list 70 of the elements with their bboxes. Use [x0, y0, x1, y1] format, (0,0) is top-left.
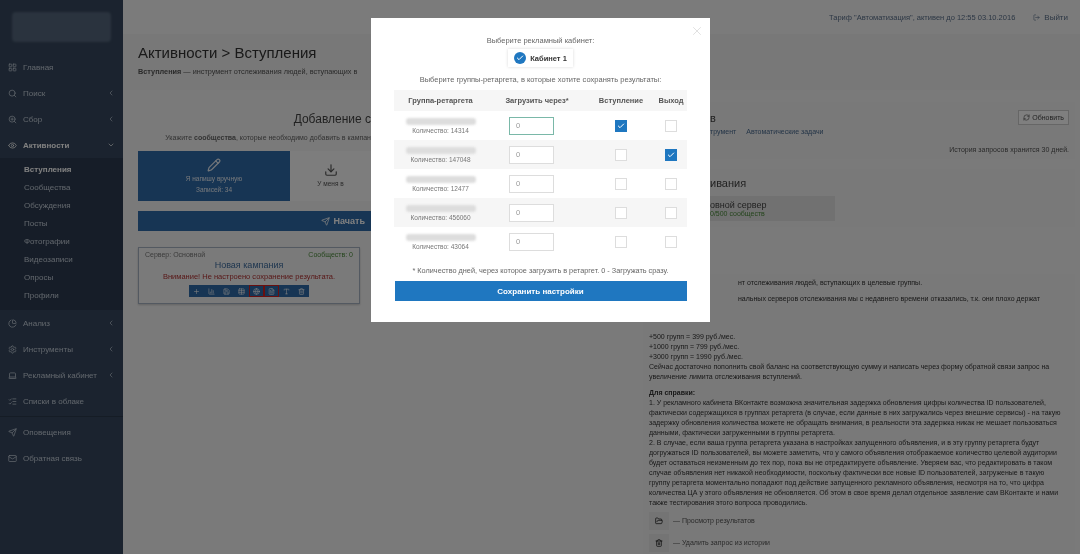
nav-icon	[8, 318, 17, 328]
folder-icon	[655, 517, 663, 525]
start-button[interactable]: Начать	[138, 211, 371, 231]
nav-icon	[8, 140, 17, 150]
nav-item[interactable]: Активности	[0, 132, 123, 158]
blurred-name	[405, 117, 476, 125]
trash-button[interactable]	[649, 534, 669, 552]
check-circle-icon	[514, 52, 527, 64]
save-button[interactable]: Сохранить настройки	[394, 281, 687, 301]
logout-icon	[1033, 13, 1041, 21]
nav-subitem[interactable]: Обсуждения	[0, 196, 123, 214]
server-name: овной сервер	[710, 200, 768, 210]
close-button[interactable]	[690, 24, 704, 38]
tool-icon	[238, 287, 245, 295]
nav-item[interactable]: Рекламный кабинет	[0, 362, 123, 388]
nav-item[interactable]: Оповещения	[0, 419, 123, 445]
tool-icon	[193, 287, 200, 295]
nav-item[interactable]: Инструменты	[0, 336, 123, 362]
toolbar-button[interactable]	[249, 285, 264, 297]
chevron-left-icon	[107, 319, 115, 327]
blurred-name	[405, 175, 476, 183]
nav-icon	[8, 427, 17, 437]
close-icon	[690, 24, 704, 38]
nav-item[interactable]: Поиск	[0, 80, 123, 106]
chevron-down-icon	[107, 141, 115, 149]
chevron-left-icon	[107, 345, 115, 353]
nav-subitem[interactable]: Видеозаписи	[0, 250, 123, 268]
nav-item[interactable]: Анализ	[0, 310, 123, 336]
tool-icon	[283, 287, 290, 295]
send-icon	[320, 216, 330, 226]
trash-icon	[655, 539, 663, 547]
nav-subitem[interactable]: Фотографии	[0, 232, 123, 250]
folder-button[interactable]	[649, 512, 669, 530]
nav-icon	[8, 370, 17, 380]
tool-icon	[223, 287, 230, 295]
tool-icon	[298, 287, 305, 295]
panel-heading: в	[710, 111, 716, 124]
tool-icon	[208, 287, 215, 295]
blurred-name	[405, 204, 476, 212]
blurred-name	[405, 233, 476, 241]
section-heading: Добавление с	[292, 112, 371, 126]
download-icon	[323, 163, 338, 178]
chevron-left-icon	[107, 115, 115, 123]
nav-subitem[interactable]: Профили	[0, 286, 123, 304]
campaign-name: Новая кампания	[214, 260, 284, 270]
check-icon	[667, 150, 675, 159]
panel-heading: ивания	[710, 177, 748, 189]
leave-checkbox[interactable]	[665, 148, 677, 161]
nav-icon	[8, 453, 17, 463]
chevron-left-icon	[107, 371, 115, 379]
chevron-left-icon	[107, 89, 115, 97]
page-title: Активности > Вступления	[138, 44, 317, 61]
nav-subitem[interactable]: Опросы	[0, 268, 123, 286]
nav-icon	[8, 114, 17, 124]
join-checkbox[interactable]	[615, 119, 627, 132]
tool-icon	[253, 287, 260, 295]
nav-subitem[interactable]: Вступления	[0, 160, 123, 178]
nav-subitem[interactable]: Сообщества	[0, 178, 123, 196]
logout-link[interactable]: Выйти	[1033, 12, 1068, 22]
tool-icon	[268, 287, 275, 295]
pencil-icon	[207, 157, 221, 172]
check-icon	[617, 121, 625, 130]
nav-icon	[8, 396, 17, 406]
nav-icon	[8, 88, 17, 98]
nav-icon	[8, 344, 17, 354]
nav-subitem[interactable]: Посты	[0, 214, 123, 232]
refresh-icon	[1023, 114, 1031, 121]
nav-icon	[8, 62, 17, 72]
toolbar-button[interactable]	[264, 285, 279, 297]
blurred-name	[405, 146, 476, 154]
